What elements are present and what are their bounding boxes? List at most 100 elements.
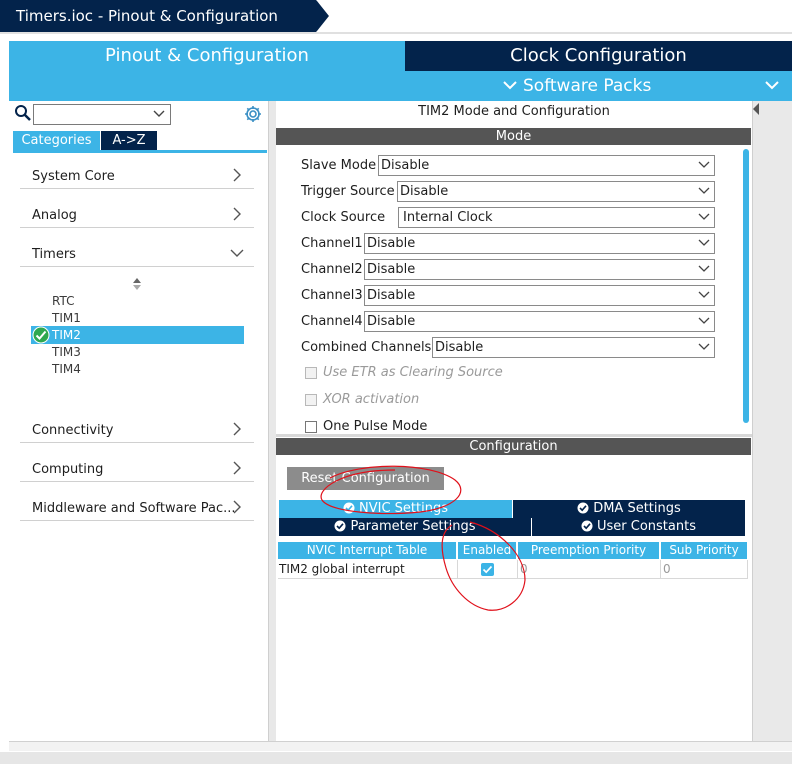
section-splitter[interactable] — [276, 434, 752, 437]
timer-item-tim4[interactable]: TIM4 — [52, 361, 81, 378]
category-label: Computing — [32, 462, 104, 477]
panel-splitter[interactable] — [268, 101, 276, 741]
column-header[interactable]: Enabled — [458, 542, 516, 559]
chevron-down-icon — [230, 249, 244, 257]
channel2-value: Disable — [367, 262, 416, 277]
tab-nvic-settings-label: NVIC Settings — [359, 501, 448, 516]
channel4-label: Channel4 — [301, 314, 363, 329]
slave-mode-value: Disable — [381, 158, 430, 173]
chevron-down-icon[interactable] — [152, 108, 166, 120]
trigger-source-label: Trigger Source — [301, 184, 395, 199]
mode-title: TIM2 Mode and Configuration — [418, 104, 610, 119]
channel2-select[interactable]: Disable — [364, 259, 715, 280]
slave-mode-select[interactable]: Disable — [378, 155, 715, 176]
clock-source-value: Internal Clock — [403, 210, 493, 225]
sub-toolbar — [9, 71, 792, 101]
software-packs-menu[interactable]: Software Packs — [503, 71, 651, 101]
search-input[interactable] — [33, 104, 171, 125]
channel2-label: Channel2 — [301, 262, 363, 277]
tab-underline — [13, 150, 267, 153]
chevron-right-icon — [233, 207, 241, 221]
trigger-source-select[interactable]: Disable — [397, 181, 715, 202]
chevron-right-icon — [233, 461, 241, 475]
tab-categories[interactable]: Categories — [13, 131, 100, 150]
chevron-down-icon — [698, 265, 710, 272]
check-circle-icon — [343, 502, 355, 514]
channel4-value: Disable — [367, 314, 416, 329]
breadcrumb-arrow-icon — [312, 0, 329, 32]
gear-icon[interactable] — [243, 104, 263, 124]
tab-parameter-settings[interactable]: Parameter Settings — [279, 518, 531, 536]
checkmark-icon — [482, 565, 493, 574]
chevron-down-icon — [698, 343, 710, 350]
breadcrumb-title[interactable]: Timers.ioc - Pinout & Configuration — [0, 0, 316, 32]
channel3-value: Disable — [367, 288, 416, 303]
channel1-select[interactable]: Disable — [364, 233, 715, 254]
clock-source-select[interactable]: Internal Clock — [398, 207, 715, 228]
configuration-section-header: Configuration — [276, 438, 751, 455]
tab-user-constants[interactable]: User Constants — [532, 518, 745, 536]
xor-activation-checkbox[interactable]: XOR activation — [305, 392, 605, 410]
chevron-down-icon — [503, 81, 517, 90]
timer-item-tim3[interactable]: TIM3 — [52, 344, 81, 361]
chevron-right-icon — [233, 500, 241, 514]
channel1-label: Channel1 — [301, 236, 363, 251]
category-label: Middleware and Software Pac... — [32, 501, 236, 516]
category-connectivity[interactable]: Connectivity — [20, 417, 254, 443]
column-header[interactable]: NVIC Interrupt Table — [278, 542, 456, 559]
tab-nvic-settings[interactable]: NVIC Settings — [279, 500, 512, 518]
chevron-right-icon — [233, 422, 241, 436]
channel3-label: Channel3 — [301, 288, 363, 303]
collapse-arrow-icon[interactable] — [752, 101, 760, 131]
xor-activation-label: XOR activation — [323, 392, 420, 407]
category-label: System Core — [32, 169, 115, 184]
horizontal-scrollbar[interactable] — [9, 741, 792, 751]
chevron-down-icon — [698, 317, 710, 324]
sort-icon[interactable] — [131, 277, 143, 291]
tab-dma-settings-label: DMA Settings — [593, 501, 681, 516]
checkbox-box — [305, 421, 317, 433]
tab-user-constants-label: User Constants — [597, 519, 696, 534]
tab-pinout-configuration[interactable]: Pinout & Configuration — [9, 41, 405, 71]
breadcrumb-divider — [0, 32, 792, 34]
category-timers[interactable]: Timers — [20, 241, 254, 267]
status-bar — [0, 752, 792, 764]
column-header[interactable]: Preemption Priority — [518, 542, 659, 559]
check-circle-icon — [334, 520, 346, 532]
category-label: Connectivity — [32, 423, 114, 438]
interrupt-name-cell: TIM2 global interrupt — [278, 560, 458, 579]
chevron-right-icon — [233, 168, 241, 182]
timer-item-rtc[interactable]: RTC — [52, 293, 74, 310]
channel4-select[interactable]: Disable — [364, 311, 715, 332]
chevron-down-icon — [698, 239, 710, 246]
pinout-menu[interactable]: P — [765, 71, 792, 126]
combined-channels-label: Combined Channels — [301, 340, 432, 355]
category-analog[interactable]: Analog — [20, 202, 254, 228]
enabled-checkbox[interactable] — [481, 563, 494, 576]
combined-channels-value: Disable — [435, 340, 484, 355]
combined-channels-select[interactable]: Disable — [432, 337, 715, 358]
column-header[interactable]: Sub Priority — [661, 542, 747, 559]
use-etr-checkbox[interactable]: Use ETR as Clearing Source — [305, 365, 605, 383]
clock-source-label: Clock Source — [301, 210, 386, 225]
checkbox-box — [305, 394, 317, 406]
reset-configuration-button[interactable]: Reset Configuration — [287, 467, 444, 490]
tab-a-to-z[interactable]: A->Z — [101, 131, 157, 150]
one-pulse-mode-checkbox[interactable]: One Pulse Mode — [305, 419, 605, 433]
timer-item-tim2-label: TIM2 — [52, 328, 81, 342]
tab-parameter-settings-label: Parameter Settings — [350, 519, 476, 534]
tab-dma-settings[interactable]: DMA Settings — [513, 500, 745, 518]
sub-priority-cell[interactable]: 0 — [661, 560, 748, 579]
preemption-priority-cell[interactable]: 0 — [518, 560, 661, 579]
category-system-core[interactable]: System Core — [20, 163, 254, 189]
software-packs-label: Software Packs — [523, 76, 652, 96]
category-label: Analog — [32, 208, 77, 223]
category-middleware[interactable]: Middleware and Software Pac... — [20, 495, 254, 521]
channel3-select[interactable]: Disable — [364, 285, 715, 306]
one-pulse-mode-label: One Pulse Mode — [323, 419, 428, 433]
mode-scrollbar[interactable] — [743, 149, 749, 423]
trigger-source-value: Disable — [400, 184, 449, 199]
category-computing[interactable]: Computing — [20, 456, 254, 482]
timer-item-tim1[interactable]: TIM1 — [52, 310, 81, 327]
tab-clock-configuration[interactable]: Clock Configuration — [405, 41, 792, 71]
